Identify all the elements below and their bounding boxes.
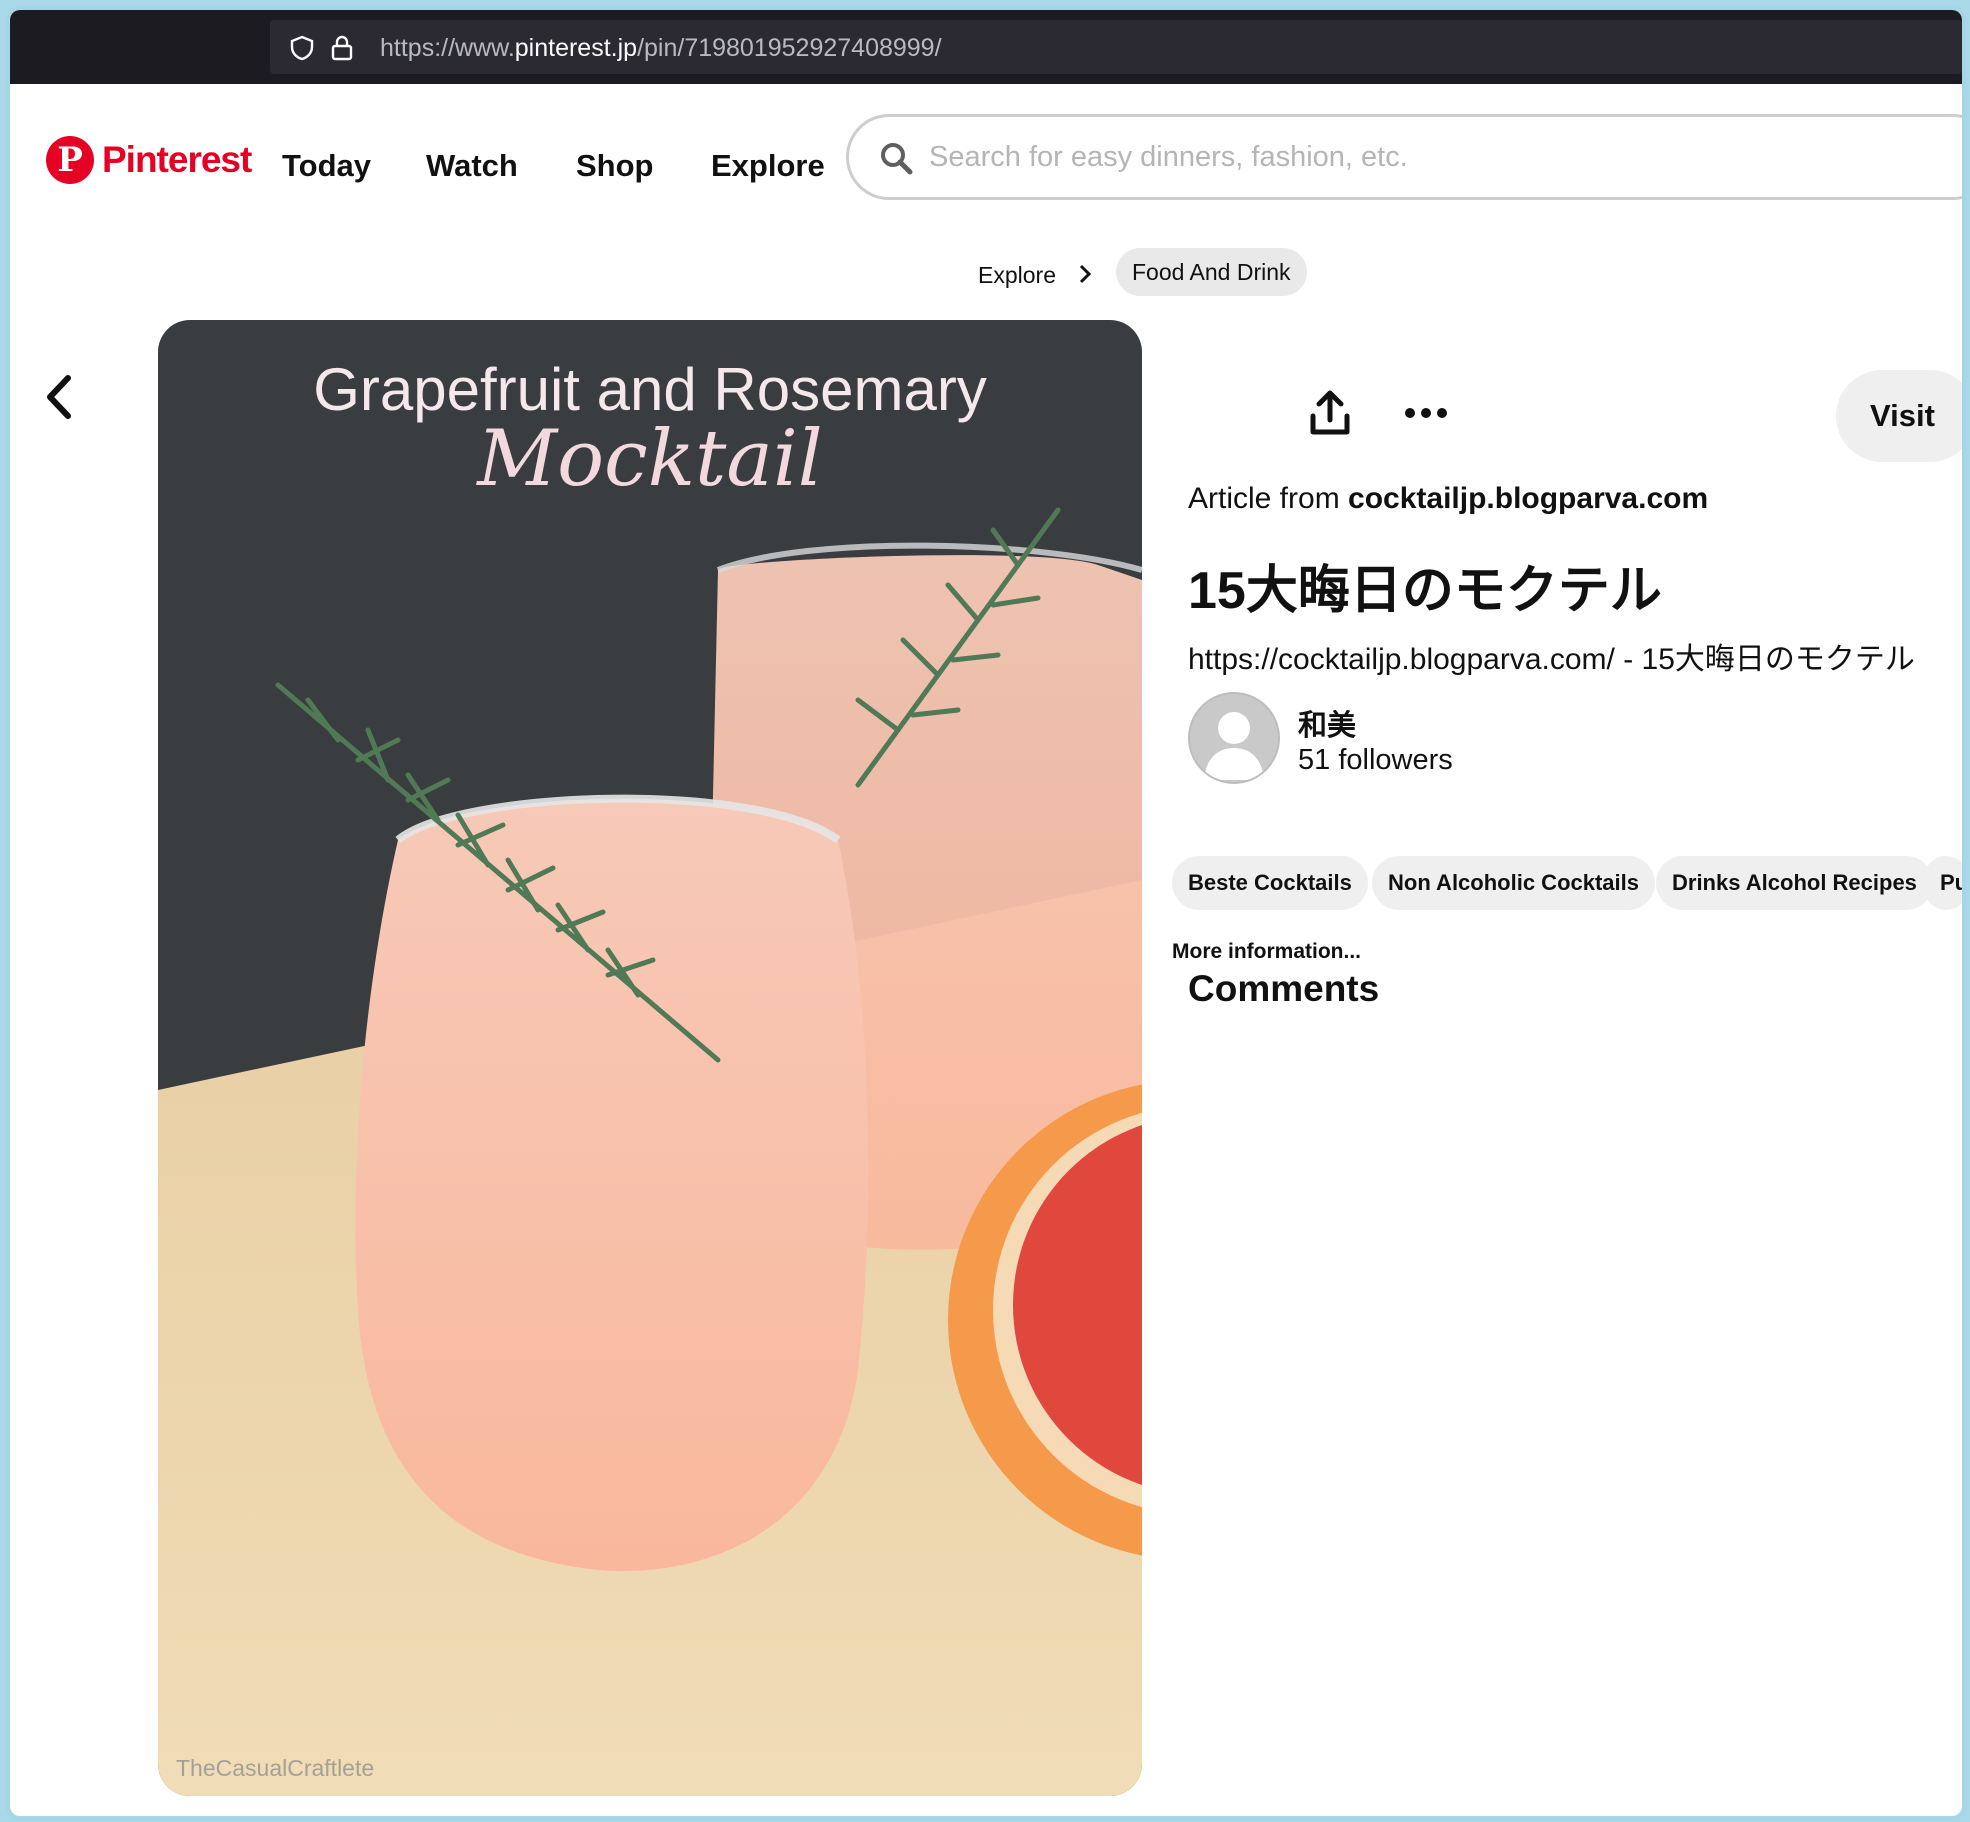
shield-icon[interactable] [288,34,316,62]
url-host: pinterest.jp [514,34,638,62]
pin-image-graphic: Grapefruit and Rosemary Mocktail [158,320,1142,1796]
article-prefix: Article from [1188,482,1340,515]
more-options-icon[interactable] [1402,400,1450,426]
nav-explore[interactable]: Explore [711,148,825,184]
pin-description: https://cocktailjp.blogparva.com/ - 15大晦… [1188,643,1915,676]
lock-icon[interactable] [328,34,356,62]
nav-today[interactable]: Today [282,148,371,184]
nav-shop[interactable]: Shop [576,148,654,184]
more-information-link[interactable]: More information... [1172,940,1361,964]
url-text[interactable]: https://www.pinterest.jp/pin/71980195292… [380,34,942,63]
visit-button[interactable]: Visit [1836,370,1962,462]
search-placeholder: Search for easy dinners, fashion, etc. [929,141,1408,173]
nav-watch[interactable]: Watch [426,148,518,184]
image-title-line1: Grapefruit and Rosemary [313,356,987,423]
breadcrumb-food-and-drink[interactable]: Food And Drink [1116,248,1307,296]
tag-drinks-alcohol-recipes[interactable]: Drinks Alcohol Recipes [1656,856,1933,910]
image-title-line2: Mocktail [475,414,823,504]
pin-image[interactable]: Grapefruit and Rosemary Mocktail TheCasu… [158,320,1142,1796]
browser-window: https://www.pinterest.jp/pin/71980195292… [6,6,1966,1820]
share-icon[interactable] [1306,388,1354,440]
logo-text: Pinterest [102,139,252,180]
tag-beste-cocktails[interactable]: Beste Cocktails [1172,856,1368,910]
avatar[interactable] [1188,692,1280,784]
back-arrow-icon[interactable] [36,368,84,426]
search-input[interactable]: Search for easy dinners, fashion, etc. [846,114,1962,200]
article-source-link[interactable]: cocktailjp.blogparva.com [1348,482,1708,515]
avatar-placeholder-icon [1204,712,1264,780]
url-path: /pin/719801952927408999/ [637,34,942,62]
pinterest-logo-icon: P [46,136,94,184]
chevron-right-icon [1079,264,1092,284]
url-prefix: https://www. [380,34,515,62]
address-bar[interactable]: https://www.pinterest.jp/pin/71980195292… [270,20,1962,74]
image-watermark: TheCasualCraftlete [176,1755,375,1781]
browser-toolbar: https://www.pinterest.jp/pin/71980195292… [10,10,1962,84]
tag-truncated[interactable]: Pu [1924,856,1962,910]
breadcrumb-explore[interactable]: Explore [978,262,1056,289]
pinterest-logo[interactable]: P Pinterest [46,136,252,184]
pin-title: 15大晦日のモクテル [1188,562,1662,620]
user-name[interactable]: 和美 [1298,702,1356,744]
follower-count: 51 followers [1298,744,1453,776]
tag-non-alcoholic-cocktails[interactable]: Non Alcoholic Cocktails [1372,856,1656,910]
article-source: Article from cocktailjp.blogparva.com [1188,482,1708,516]
search-icon [881,143,913,175]
comments-heading: Comments [1188,968,1380,1009]
